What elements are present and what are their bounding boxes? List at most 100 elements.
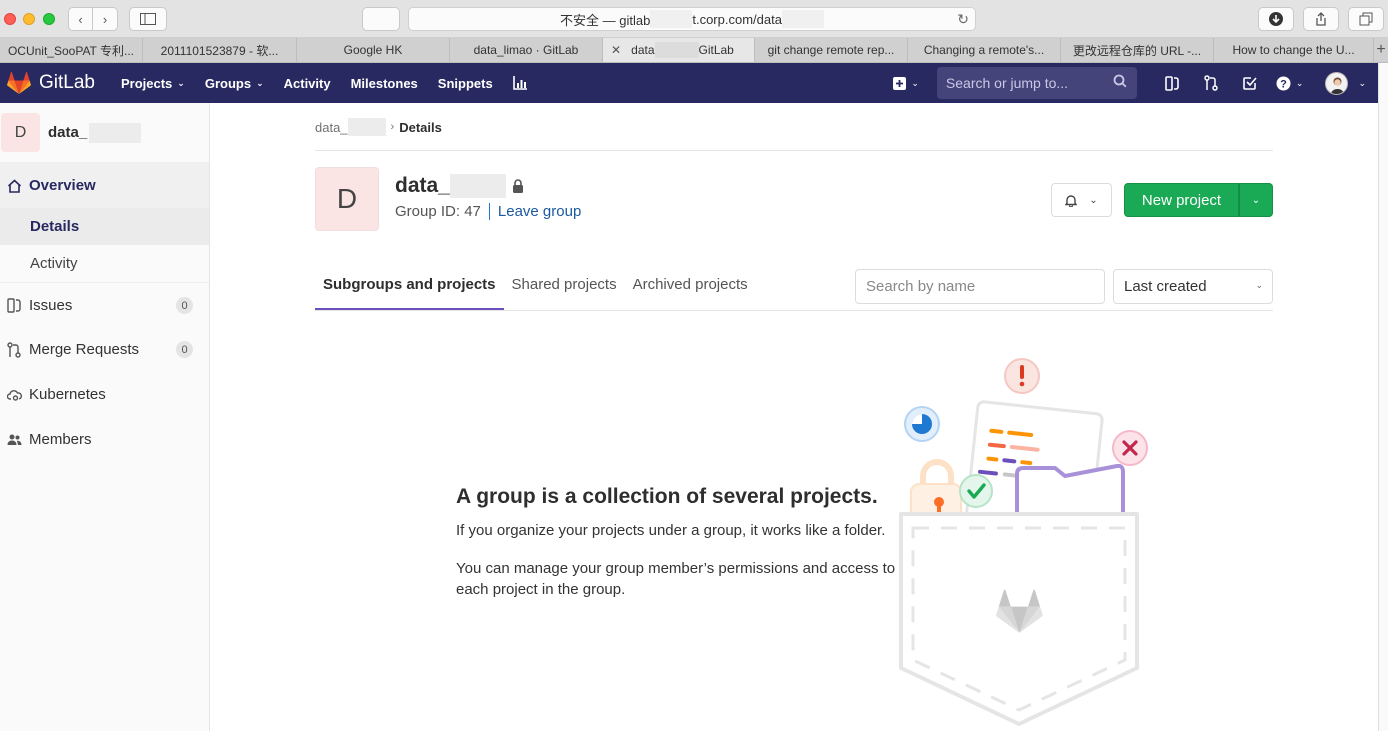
sidebar-item-details[interactable]: Details xyxy=(0,208,209,245)
minimize-window-button[interactable] xyxy=(23,13,35,25)
search-input[interactable]: Search or jump to... xyxy=(936,67,1137,99)
browser-tab-strip: OCUnit_SooPAT 专利... 2011101523879 - 软...… xyxy=(0,38,1388,63)
nav-projects[interactable]: Projects ⌄ xyxy=(121,76,185,91)
avatar xyxy=(1325,71,1349,95)
alert-icon xyxy=(1004,358,1040,394)
close-window-button[interactable] xyxy=(4,13,16,25)
url-suffix: t.corp.com/data xyxy=(692,11,782,27)
merge-request-icon xyxy=(6,341,22,358)
clock-icon xyxy=(904,406,940,442)
url-prefix: 不安全 — gitlab xyxy=(560,12,651,28)
browser-tab[interactable]: How to change the U... xyxy=(1214,38,1374,62)
breadcrumb-current: Details xyxy=(399,119,442,135)
question-circle-icon: ? xyxy=(1276,76,1291,90)
sort-select[interactable]: Last created ⌄ xyxy=(1113,269,1273,304)
breadcrumb-parent[interactable]: data_ xyxy=(315,120,348,135)
group-avatar: D xyxy=(315,167,379,231)
empty-state-text-2: You can manage your group member’s permi… xyxy=(456,560,896,598)
new-tab-button[interactable]: + xyxy=(1374,38,1388,62)
group-tabs: Subgroups and projects Shared projects A… xyxy=(315,268,756,310)
leave-group-link[interactable]: Leave group xyxy=(498,203,581,220)
user-menu[interactable]: ⌄ xyxy=(1315,71,1378,95)
nav-snippets[interactable]: Snippets xyxy=(438,76,493,91)
gitlab-navbar: GitLab Projects ⌄ Groups ⌄ Activity Milest… xyxy=(0,63,1378,103)
address-bar[interactable]: 不安全 — gitlab t.corp.com/data ↻ xyxy=(408,7,976,31)
nav-milestones[interactable]: Milestones xyxy=(351,76,418,91)
overview-section: Overview Details Activity xyxy=(0,163,209,282)
chevron-down-icon: ⌄ xyxy=(177,77,185,88)
browser-tab[interactable]: Changing a remote's... xyxy=(908,38,1061,62)
new-project-button[interactable]: New project xyxy=(1124,183,1239,217)
merge-requests-button[interactable] xyxy=(1192,75,1231,91)
plus-square-icon xyxy=(893,76,907,90)
download-icon xyxy=(1269,12,1283,26)
search-icon xyxy=(1113,74,1127,88)
tab-subgroups-and-projects[interactable]: Subgroups and projects xyxy=(315,268,504,310)
users-icon xyxy=(6,433,22,446)
redacted-block xyxy=(89,122,142,143)
merge-request-icon xyxy=(1204,75,1219,91)
notification-settings-button[interactable]: ⌄ xyxy=(1051,183,1112,217)
reload-icon[interactable]: ↻ xyxy=(957,11,969,28)
forward-button[interactable]: › xyxy=(93,7,118,31)
downloads-button[interactable] xyxy=(1258,7,1294,31)
group-avatar-small: D xyxy=(1,113,40,152)
extension-button[interactable] xyxy=(362,7,400,31)
nav-groups[interactable]: Groups ⌄ xyxy=(205,76,264,91)
close-tab-icon[interactable]: ✕ xyxy=(611,43,621,57)
chart-icon xyxy=(512,76,527,90)
nav-activity[interactable]: Activity xyxy=(284,76,331,91)
todos-button[interactable] xyxy=(1231,76,1270,90)
search-by-name-input[interactable]: Search by name xyxy=(855,269,1105,304)
share-icon xyxy=(1316,12,1326,26)
sidebar-icon xyxy=(140,13,156,25)
sidebar-group-header[interactable]: D data_ xyxy=(0,103,209,163)
sidebar-item-members[interactable]: Members xyxy=(0,417,209,462)
empty-state-title: A group is a collection of several proje… xyxy=(456,485,878,508)
empty-group-illustration xyxy=(899,358,1148,726)
sidebar-item-activity[interactable]: Activity xyxy=(0,245,209,282)
todos-sidebar-button[interactable] xyxy=(1153,75,1192,91)
browser-tab[interactable]: data_limao · GitLab xyxy=(450,38,603,62)
sidebar-group-name: data_ xyxy=(48,124,88,141)
page-title: data_ xyxy=(395,174,524,198)
cloud-gear-icon xyxy=(6,388,22,402)
browser-tab[interactable]: Google HK xyxy=(297,38,450,62)
new-dropdown[interactable]: ⌄ xyxy=(893,76,919,90)
tab-archived-projects[interactable]: Archived projects xyxy=(625,268,756,310)
check-square-icon xyxy=(1243,77,1258,90)
chevron-down-icon: ⌄ xyxy=(911,77,919,88)
browser-tab[interactable]: OCUnit_SooPAT 专利... xyxy=(0,38,143,62)
sidebar-item-merge-requests[interactable]: Merge Requests 0 xyxy=(0,327,209,372)
gitlab-logo-text: GitLab xyxy=(39,72,95,93)
show-tabs-button[interactable] xyxy=(1348,7,1384,31)
chevron-down-icon: ⌄ xyxy=(256,77,264,88)
chevron-right-icon: › xyxy=(390,121,395,133)
issues-count-badge: 0 xyxy=(176,297,193,314)
gitlab-logo-link[interactable]: GitLab xyxy=(7,72,95,94)
redacted-block xyxy=(781,10,824,28)
lock-icon xyxy=(512,179,524,193)
browser-tab[interactable]: 2011101523879 - 软... xyxy=(143,38,297,62)
back-button[interactable]: ‹ xyxy=(68,7,93,31)
issues-icon xyxy=(1165,75,1180,91)
nav-analytics[interactable] xyxy=(512,76,528,91)
divider xyxy=(315,150,1273,151)
help-dropdown[interactable]: ? ⌄ xyxy=(1276,76,1303,91)
page-scrollbar[interactable] xyxy=(1378,63,1388,731)
browser-tab[interactable]: 更改远程仓库的 URL -... xyxy=(1061,38,1214,62)
share-button[interactable] xyxy=(1303,7,1339,31)
tab-shared-projects[interactable]: Shared projects xyxy=(504,268,625,310)
chevron-down-icon: ⌄ xyxy=(1251,194,1261,206)
group-sidebar: D data_ Overview Details Activity Issues… xyxy=(0,103,210,731)
sidebar-item-issues[interactable]: Issues 0 xyxy=(0,282,209,327)
browser-tab-active[interactable]: ✕ data GitLab xyxy=(603,38,755,62)
sidebar-toggle-button[interactable] xyxy=(129,7,167,31)
issues-icon xyxy=(6,297,22,313)
zoom-window-button[interactable] xyxy=(43,13,55,25)
new-project-dropdown-toggle[interactable]: ⌄ xyxy=(1239,183,1273,217)
sidebar-item-overview[interactable]: Overview xyxy=(0,163,209,208)
sidebar-item-kubernetes[interactable]: Kubernetes xyxy=(0,372,209,417)
browser-tab[interactable]: git change remote rep... xyxy=(755,38,908,62)
check-circle-icon xyxy=(959,474,993,508)
